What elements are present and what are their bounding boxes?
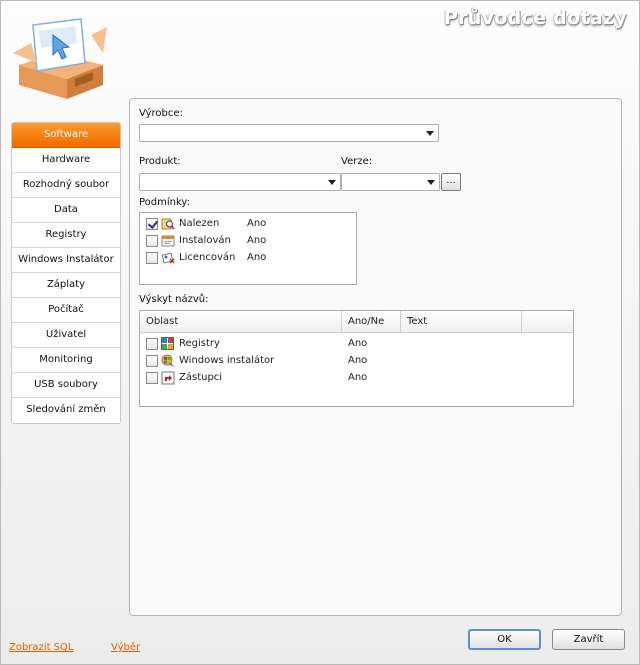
condition-found-value: Ano bbox=[247, 218, 267, 229]
condition-installed-checkbox[interactable] bbox=[146, 235, 158, 247]
grid-registry-checkbox[interactable] bbox=[146, 338, 158, 350]
chevron-down-icon bbox=[426, 131, 434, 136]
version-label: Verze: bbox=[341, 156, 373, 167]
version-combobox[interactable] bbox=[341, 173, 440, 191]
window-title: Průvodce dotazy bbox=[443, 7, 627, 29]
close-button[interactable]: Zavřít bbox=[552, 629, 625, 650]
chevron-down-icon bbox=[427, 180, 435, 185]
grid-windows-installer-value: Ano bbox=[348, 355, 368, 366]
grid-registry-name: Registry bbox=[179, 338, 220, 349]
grid-row-windows-installer: Windows instalátor Ano bbox=[140, 353, 573, 369]
conditions-label: Podmínky: bbox=[139, 197, 190, 208]
nav-item-decisive-file[interactable]: Rozhodný soubor bbox=[12, 173, 120, 198]
nav-item-patches[interactable]: Záplaty bbox=[12, 273, 120, 298]
grid-registry-value: Ano bbox=[348, 338, 368, 349]
selection-link[interactable]: Výběr bbox=[111, 642, 140, 653]
installed-window-icon bbox=[161, 235, 175, 247]
grid-shortcuts-checkbox[interactable] bbox=[146, 372, 158, 384]
grid-header-yes-no[interactable]: Ano/Ne bbox=[342, 311, 401, 333]
search-found-icon bbox=[161, 218, 175, 230]
show-sql-link[interactable]: Zobrazit SQL bbox=[9, 642, 73, 653]
nav-item-monitoring[interactable]: Monitoring bbox=[12, 348, 120, 373]
grid-header: Oblast Ano/Ne Text bbox=[140, 311, 573, 333]
chevron-down-icon bbox=[328, 180, 336, 185]
ok-button[interactable]: OK bbox=[468, 629, 541, 650]
wizard-logo-icon bbox=[13, 18, 107, 99]
condition-installed-value: Ano bbox=[247, 235, 267, 246]
condition-licensed-name: Licencován bbox=[179, 252, 236, 263]
license-icon bbox=[161, 252, 175, 264]
nav-item-hardware[interactable]: Hardware bbox=[12, 148, 120, 173]
nav-item-data[interactable]: Data bbox=[12, 198, 120, 223]
condition-row-found: Nalezen Ano bbox=[140, 216, 356, 232]
grid-row-registry: Registry Ano bbox=[140, 336, 573, 352]
vendor-combobox[interactable] bbox=[139, 124, 439, 142]
conditions-list: Nalezen Ano Instalován Ano Licencován An… bbox=[139, 212, 357, 285]
windows-installer-icon bbox=[161, 354, 174, 367]
condition-licensed-value: Ano bbox=[247, 252, 267, 263]
category-nav: Software Hardware Rozhodný soubor Data R… bbox=[11, 122, 121, 424]
grid-windows-installer-name: Windows instalátor bbox=[179, 355, 275, 366]
product-label: Produkt: bbox=[139, 156, 181, 167]
condition-row-installed: Instalován Ano bbox=[140, 233, 356, 249]
browse-button[interactable]: ... bbox=[441, 173, 461, 191]
query-wizard-window: Průvodce dotazy Software Hardware Rozhod… bbox=[0, 0, 640, 665]
grid-windows-installer-checkbox[interactable] bbox=[146, 355, 158, 367]
condition-licensed-checkbox[interactable] bbox=[146, 252, 158, 264]
grid-header-text[interactable]: Text bbox=[401, 311, 522, 333]
condition-found-checkbox[interactable] bbox=[146, 218, 158, 230]
grid-shortcuts-value: Ano bbox=[348, 372, 368, 383]
nav-item-registry[interactable]: Registry bbox=[12, 223, 120, 248]
nav-item-computer[interactable]: Počítač bbox=[12, 298, 120, 323]
grid-row-shortcuts: Zástupci Ano bbox=[140, 370, 573, 386]
condition-row-licensed: Licencován Ano bbox=[140, 250, 356, 266]
nav-item-usb-files[interactable]: USB soubory bbox=[12, 373, 120, 398]
condition-found-name: Nalezen bbox=[179, 218, 220, 229]
registry-icon bbox=[161, 337, 174, 350]
condition-installed-name: Instalován bbox=[179, 235, 231, 246]
grid-shortcuts-name: Zástupci bbox=[179, 372, 223, 383]
grid-header-area[interactable]: Oblast bbox=[140, 311, 342, 333]
name-occurrence-grid: Oblast Ano/Ne Text Registry Ano Windows … bbox=[139, 310, 574, 407]
nav-item-change-tracking[interactable]: Sledování změn bbox=[12, 398, 120, 423]
name-occurrence-label: Výskyt názvů: bbox=[139, 294, 209, 305]
product-combobox[interactable] bbox=[139, 173, 341, 191]
nav-item-software[interactable]: Software bbox=[12, 123, 120, 148]
nav-item-user[interactable]: Uživatel bbox=[12, 323, 120, 348]
shortcut-icon bbox=[161, 371, 175, 385]
vendor-label: Výrobce: bbox=[139, 108, 183, 119]
software-form-panel: Výrobce: Produkt: Verze: ... Podmínky: N… bbox=[129, 98, 622, 616]
nav-item-windows-installer[interactable]: Windows Instalátor bbox=[12, 248, 120, 273]
